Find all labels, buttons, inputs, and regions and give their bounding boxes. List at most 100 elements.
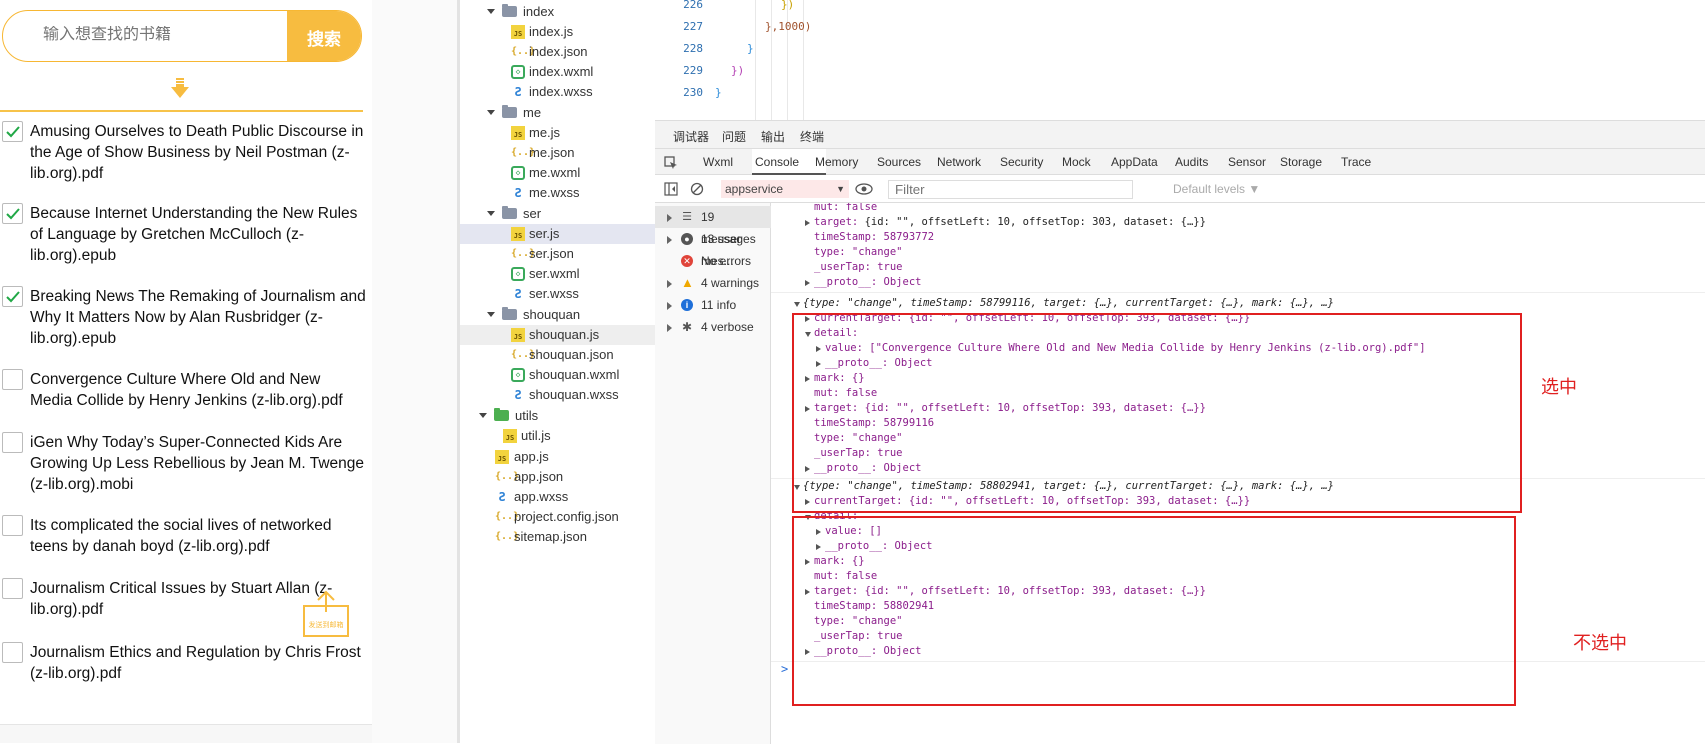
tab-audits[interactable]: Audits (1175, 155, 1208, 169)
tree-folder-utils[interactable]: utils (460, 406, 658, 426)
tree-folder-shouquan[interactable]: shouquan (460, 305, 658, 325)
tree-label: index.json (529, 44, 588, 59)
code-line: }) (781, 0, 795, 11)
sidebar-toggle-icon[interactable] (664, 182, 678, 196)
book-title: Because Internet Understanding the New R… (30, 205, 358, 264)
tree-file[interactable]: ◇ shouquan.wxml (460, 365, 658, 385)
checkbox[interactable] (2, 432, 23, 453)
checkbox[interactable] (2, 515, 23, 536)
log-line-expandable[interactable]: __proto__: Object (804, 276, 921, 288)
tree-file[interactable]: JS me.js (460, 123, 658, 143)
tab-memory[interactable]: Memory (815, 155, 858, 169)
checkbox[interactable] (2, 578, 23, 599)
send-email-button[interactable]: 发送到邮箱 (301, 590, 351, 638)
annotation-selected-label: 选中 (1541, 377, 1577, 398)
sidebar-messages[interactable]: ☰ 19 messages (655, 206, 771, 246)
js-file-icon: JS (511, 126, 525, 140)
tree-file[interactable]: JS shouquan.js (460, 325, 658, 345)
divider (0, 110, 363, 112)
search-button[interactable]: 搜索 (287, 11, 361, 61)
tab-sensor[interactable]: Sensor (1228, 155, 1266, 169)
tree-file[interactable]: Ƨindex.wxss (460, 82, 658, 102)
annotation-box-unselected (792, 516, 1516, 706)
tree-file[interactable]: {..} ser.json (460, 244, 658, 264)
tree-label: app.json (514, 469, 564, 484)
tree-file[interactable]: {..} project.config.json (460, 507, 658, 527)
line-number: 230 (683, 86, 703, 99)
tab-wxml[interactable]: Wxml (703, 155, 733, 169)
tree-file[interactable]: {..} shouquan.json (460, 345, 658, 365)
tree-folder-me[interactable]: me (460, 103, 658, 123)
context-select[interactable]: appservice ▼ (721, 180, 849, 198)
checkbox-checked[interactable] (2, 203, 23, 224)
log-entry-header[interactable]: {type: "change", timeStamp: 58799116, ta… (793, 297, 1334, 309)
log-line-expandable[interactable]: target: {id: "", offsetLeft: 10, offsetT… (805, 216, 1206, 228)
checkbox[interactable] (2, 642, 23, 663)
wxml-file-icon: ◇ (511, 166, 525, 180)
inspect-element-icon[interactable] (664, 156, 678, 170)
send-email-label: 发送到邮箱 (308, 622, 344, 629)
tab-output[interactable]: 输出 (761, 128, 785, 145)
tree-file[interactable]: Ƨshouquan.wxss (460, 385, 658, 405)
indent-guide (771, 0, 772, 120)
tree-file[interactable]: Ƨser.wxss (460, 284, 658, 304)
tree-file[interactable]: JS util.js (460, 426, 658, 446)
json-file-icon: {..} (495, 471, 520, 482)
sidebar-errors[interactable]: ✕ No errors (655, 250, 771, 272)
tab-security[interactable]: Security (1000, 155, 1043, 169)
tree-label: me.wxss (529, 185, 580, 200)
tree-file[interactable]: ◇ ser.wxml (460, 264, 658, 284)
tab-network[interactable]: Network (937, 155, 981, 169)
check-icon (6, 126, 20, 138)
tree-label: app.wxss (514, 489, 569, 504)
wxml-file-icon: ◇ (511, 267, 525, 281)
folder-icon (502, 105, 517, 118)
log-levels-dropdown[interactable]: Default levels ▼ (1173, 182, 1260, 196)
file-explorer: index JS index.js {..} index.json ◇ index.w… (457, 0, 658, 743)
checkbox-checked[interactable] (2, 286, 23, 307)
tree-file[interactable]: Ƨme.wxss (460, 183, 658, 203)
tab-trace[interactable]: Trace (1341, 155, 1371, 169)
tree-label: me.json (529, 145, 575, 160)
chevron-right-icon (667, 302, 672, 310)
tree-label: util.js (521, 428, 551, 443)
console-sidebar: ☰ 19 messages ● 13 user mes... ✕ No errors … (655, 203, 771, 744)
tree-folder-index[interactable]: index (460, 2, 658, 22)
tab-appdata[interactable]: AppData (1111, 155, 1158, 169)
search-input[interactable] (43, 26, 283, 44)
filter-input[interactable] (888, 180, 1133, 199)
tab-problems[interactable]: 问题 (722, 128, 746, 145)
sidebar-info[interactable]: i 11 info (655, 294, 771, 316)
checkbox-checked[interactable] (2, 121, 23, 142)
context-label: appservice (725, 182, 784, 196)
sidebar-user-messages[interactable]: ● 13 user mes... (655, 228, 771, 268)
tree-file[interactable]: ◇ index.wxml (460, 62, 658, 82)
wxss-file-icon: Ƨ (514, 186, 522, 200)
tab-storage[interactable]: Storage (1280, 155, 1322, 169)
code-editor[interactable]: 226 }) 227 },1000) 228 } 229 }) 230 } (655, 0, 1705, 120)
tree-file[interactable]: {..} app.json (460, 467, 658, 487)
tree-file[interactable]: JS app.js (460, 447, 658, 467)
sidebar-verbose[interactable]: ✱ 4 verbose (655, 316, 771, 338)
tree-label: utils (515, 408, 539, 423)
tab-console[interactable]: Console (755, 155, 799, 169)
tree-file[interactable]: {..} me.json (460, 143, 658, 163)
eye-icon[interactable] (855, 183, 873, 195)
phone-bottom-bar (0, 724, 372, 743)
tree-file-selected[interactable]: JS ser.js (460, 224, 658, 244)
tree-file[interactable]: {..} sitemap.json (460, 527, 658, 547)
tree-file[interactable]: JS index.js (460, 22, 658, 42)
tree-file[interactable]: {..} index.json (460, 42, 658, 62)
log-line: _userTap: true (814, 261, 903, 273)
checkbox[interactable] (2, 369, 23, 390)
tab-sources[interactable]: Sources (877, 155, 921, 169)
tree-folder-ser[interactable]: ser (460, 204, 658, 224)
double-arrow-down-icon (171, 78, 189, 98)
console-prompt[interactable]: > (781, 662, 788, 676)
tab-mock[interactable]: Mock (1062, 155, 1091, 169)
tab-terminal[interactable]: 终端 (800, 128, 824, 145)
clear-console-icon[interactable] (690, 182, 704, 196)
sidebar-warnings[interactable]: ▲ 4 warnings (655, 272, 771, 294)
tree-file[interactable]: ◇ me.wxml (460, 163, 658, 183)
tree-file[interactable]: Ƨapp.wxss (460, 487, 658, 507)
